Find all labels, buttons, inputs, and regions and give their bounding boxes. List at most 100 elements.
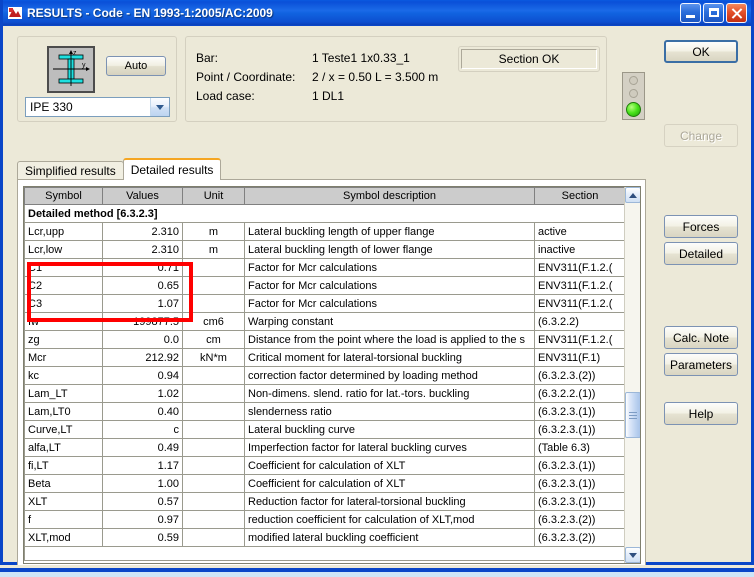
forces-button[interactable]: Forces — [664, 215, 738, 238]
cell-description: Reduction factor for lateral-torsional b… — [244, 492, 535, 511]
cell-description: Factor for Mcr calculations — [244, 276, 535, 295]
results-grid-viewport: Symbol Values Unit Symbol description Se… — [24, 187, 624, 563]
cell-unit — [182, 528, 245, 547]
table-row[interactable]: Lam_LT 1.02 Non-dimens. slend. ratio for l… — [24, 384, 624, 403]
bar-value: 1 Teste1 1x0.33_1 — [312, 51, 410, 65]
section-shape-preview: z y — [47, 46, 95, 93]
cell-symbol: C2 — [24, 276, 103, 295]
cell-symbol: kc — [24, 366, 103, 385]
table-body: Detailed method [6.3.2.3] Lcr,upp 2.310 m La… — [24, 204, 624, 561]
results-tabstrip: Simplified results Detailed results — [17, 158, 222, 180]
table-row[interactable]: zg 0.0 cm Distance from the point where the… — [24, 330, 624, 349]
cell-value: 2.310 — [102, 222, 183, 241]
column-header-values[interactable]: Values — [102, 187, 183, 205]
cell-symbol: f — [24, 510, 103, 529]
cell-section: ENV311(F.1.2.( — [534, 276, 624, 295]
load-case-value: 1 DL1 — [312, 89, 345, 103]
cell-unit — [182, 438, 245, 457]
cell-value: 0.97 — [102, 510, 183, 529]
lamp-dot-yellow — [629, 88, 638, 98]
cell-unit — [182, 384, 245, 403]
cell-value: 1.17 — [102, 456, 183, 475]
svg-text:y: y — [82, 62, 86, 69]
strip-line-desktop — [0, 572, 754, 577]
table-section-header-label: Detailed method [6.3.2.3] — [24, 204, 624, 223]
cell-value: 1.02 — [102, 384, 183, 403]
cell-unit: m — [182, 240, 245, 259]
cell-symbol: Lcr,low — [24, 240, 103, 259]
column-header-description[interactable]: Symbol description — [244, 187, 535, 205]
change-button: Change — [664, 124, 738, 147]
calc-note-button[interactable]: Calc. Note — [664, 326, 738, 349]
section-status-text: Section OK — [461, 49, 597, 69]
column-header-section[interactable]: Section — [534, 187, 624, 205]
cell-description: Warping constant — [244, 312, 535, 331]
cell-symbol: fi,LT — [24, 456, 103, 475]
scrollbar-thumb[interactable] — [625, 392, 640, 438]
cell-section: ENV311(F.1.2.( — [534, 258, 624, 277]
cell-value: 1.07 — [102, 294, 183, 313]
table-row[interactable]: kc 0.94 correction factor determined by lo… — [24, 366, 624, 385]
cell-section: (6.3.2.3.(2)) — [534, 528, 624, 547]
scrollbar-grip-icon — [629, 410, 637, 421]
table-row[interactable]: f 0.97 reduction coefficient for calculati… — [24, 510, 624, 529]
table-row[interactable]: Iw 199877.5 cm6 Warping constant (6.3.2.2) — [24, 312, 624, 331]
table-row[interactable]: alfa,LT 0.49 Imperfection factor for later… — [24, 438, 624, 457]
chevron-down-icon[interactable] — [150, 98, 169, 116]
table-row[interactable]: XLT 0.57 Reduction factor for lateral-tors… — [24, 492, 624, 511]
minimize-icon[interactable] — [680, 2, 701, 23]
info-row: Bar: 1 Teste1 1x0.33_1 — [196, 49, 438, 68]
maximize-icon[interactable] — [703, 2, 724, 23]
cell-description: Non-dimens. slend. ratio for lat.-tors. … — [244, 384, 535, 403]
bar-info-group: Bar: 1 Teste1 1x0.33_1 Point / Coordinat… — [185, 36, 607, 122]
table-row[interactable]: Lcr,low 2.310 m Lateral buckling length of … — [24, 240, 624, 259]
column-header-unit[interactable]: Unit — [182, 187, 245, 205]
profile-combobox[interactable]: IPE 330 — [25, 97, 170, 117]
table-row[interactable]: C2 0.65 Factor for Mcr calculations ENV311(… — [24, 276, 624, 295]
table-section-header-row[interactable]: Detailed method [6.3.2.3] — [24, 204, 624, 223]
cell-unit — [182, 366, 245, 385]
info-row: Point / Coordinate: 2 / x = 0.50 L = 3.5… — [196, 68, 438, 87]
ok-button[interactable]: OK — [664, 40, 738, 63]
tab-simplified-results[interactable]: Simplified results — [17, 161, 124, 180]
results-grid-container: Symbol Values Unit Symbol description Se… — [23, 186, 641, 564]
cell-value: 0.49 — [102, 438, 183, 457]
table-row[interactable]: XLT,mod 0.59 modified lateral buckling coe… — [24, 528, 624, 547]
svg-text:z: z — [73, 50, 77, 57]
table-row[interactable]: fi,LT 1.17 Coefficient for calculation of … — [24, 456, 624, 475]
table-row[interactable]: Mcr 212.92 kN*m Critical moment for lateral… — [24, 348, 624, 367]
cell-description: Factor for Mcr calculations — [244, 294, 535, 313]
table-row[interactable]: Lcr,upp 2.310 m Lateral buckling length of … — [24, 222, 624, 241]
column-header-symbol[interactable]: Symbol — [24, 187, 103, 205]
help-button[interactable]: Help — [664, 402, 738, 425]
cell-value: 0.40 — [102, 402, 183, 421]
cell-unit — [182, 474, 245, 493]
close-icon[interactable] — [726, 2, 747, 23]
vertical-scrollbar[interactable] — [624, 187, 640, 563]
cell-description: Lateral buckling length of upper flange — [244, 222, 535, 241]
parameters-button[interactable]: Parameters — [664, 353, 738, 376]
detailed-button[interactable]: Detailed — [664, 242, 738, 265]
cell-section: ENV311(F.1.2.( — [534, 330, 624, 349]
table-row[interactable]: Curve,LT c Lateral buckling curve (6.3.2.3.… — [24, 420, 624, 439]
window-title: RESULTS - Code - EN 1993-1:2005/AC:2009 — [27, 5, 273, 20]
scroll-up-icon[interactable] — [625, 187, 640, 203]
cell-unit — [182, 510, 245, 529]
tab-detailed-results[interactable]: Detailed results — [122, 158, 222, 180]
cell-value: 212.92 — [102, 348, 183, 367]
cell-description: modified lateral buckling coefficient — [244, 528, 535, 547]
table-row[interactable]: C3 1.07 Factor for Mcr calculations ENV311(… — [24, 294, 624, 313]
table-row-partial[interactable] — [24, 546, 624, 561]
cell-description: Critical moment for lateral-torsional bu… — [244, 348, 535, 367]
table-row[interactable]: C1 0.71 Factor for Mcr calculations ENV311(… — [24, 258, 624, 277]
cell-symbol: Mcr — [24, 348, 103, 367]
cell-value: 0.71 — [102, 258, 183, 277]
scroll-down-icon[interactable] — [625, 547, 640, 563]
cell-description: Coefficient for calculation of XLT — [244, 474, 535, 493]
cell-value: 0.94 — [102, 366, 183, 385]
dialog-client-area: z y Auto IPE 330 Bar: 1 Teste1 1x0.33_1 — [3, 26, 751, 569]
auto-button[interactable]: Auto — [106, 56, 166, 76]
table-row[interactable]: Beta 1.00 Coefficient for calculation of X… — [24, 474, 624, 493]
table-row[interactable]: Lam,LT0 0.40 slenderness ratio (6.3.2.3.(1)… — [24, 402, 624, 421]
cell-symbol: Lcr,upp — [24, 222, 103, 241]
